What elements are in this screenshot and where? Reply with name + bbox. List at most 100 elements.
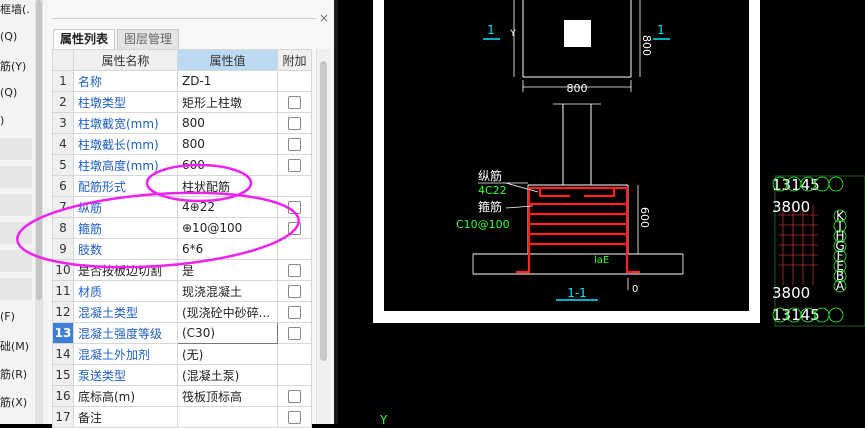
property-name[interactable]: 混凝土强度等级: [73, 322, 178, 344]
property-name[interactable]: 是否按板边切割: [73, 259, 178, 281]
attach-checkbox[interactable]: [288, 327, 301, 340]
property-name[interactable]: 柱墩截长(mm): [73, 133, 178, 155]
property-value[interactable]: 现浇混凝土: [177, 280, 278, 302]
property-name[interactable]: 材质: [73, 280, 178, 302]
row-number[interactable]: 14: [52, 343, 74, 365]
property-row[interactable]: 11 材质 现浇混凝土: [52, 280, 312, 302]
left-menu-block[interactable]: [0, 222, 32, 244]
header-property-name[interactable]: 属性名称: [73, 49, 178, 71]
attach-checkbox[interactable]: [288, 411, 301, 424]
row-number[interactable]: 11: [52, 280, 74, 302]
cad-canvas[interactable]: 800 800 Y 1 1 纵筋 4C22 箍筋 C10@100 600 laE…: [338, 0, 865, 424]
property-value[interactable]: 柱状配筋: [177, 175, 278, 197]
property-name[interactable]: 柱墩高度(mm): [73, 154, 178, 176]
left-scrollbar-thumb[interactable]: [36, 0, 42, 300]
row-number[interactable]: 17: [52, 406, 74, 428]
property-row[interactable]: 15 泵送类型 (混凝土泵): [52, 364, 312, 386]
row-number[interactable]: 8: [52, 217, 74, 239]
close-icon[interactable]: ×: [319, 12, 329, 24]
attach-checkbox[interactable]: [288, 306, 301, 319]
property-value[interactable]: (C30): [177, 322, 278, 344]
row-number[interactable]: 15: [52, 364, 74, 386]
tab-property-list[interactable]: 属性列表: [53, 29, 116, 49]
row-number[interactable]: 6: [52, 175, 74, 197]
attach-checkbox[interactable]: [288, 390, 301, 403]
row-number[interactable]: 2: [52, 91, 74, 113]
row-number[interactable]: 13: [52, 322, 74, 344]
property-row[interactable]: 12 混凝土类型 (现浇砼中砂碎...: [52, 301, 312, 323]
property-row[interactable]: 3 柱墩截宽(mm) 800: [52, 112, 312, 134]
row-number[interactable]: 9: [52, 238, 74, 260]
property-name[interactable]: 柱墩截宽(mm): [73, 112, 178, 134]
property-value[interactable]: ⊕10@100: [177, 217, 278, 239]
property-name[interactable]: 纵筋: [73, 196, 178, 218]
left-menu-block[interactable]: [0, 194, 32, 216]
panel-scrollbar[interactable]: [316, 49, 330, 424]
row-number[interactable]: 16: [52, 385, 74, 407]
property-name[interactable]: 混凝土类型: [73, 301, 178, 323]
property-row[interactable]: 2 柱墩类型 矩形上柱墩: [52, 91, 312, 113]
property-row[interactable]: 7 纵筋 4⊕22: [52, 196, 312, 218]
left-menu-block[interactable]: [0, 250, 32, 272]
property-name[interactable]: 名称: [73, 70, 178, 92]
attach-checkbox[interactable]: [288, 201, 301, 214]
attach-checkbox[interactable]: [288, 159, 301, 172]
row-number[interactable]: 10: [52, 259, 74, 281]
property-name[interactable]: 配筋形式: [73, 175, 178, 197]
property-value[interactable]: (混凝土泵): [177, 364, 278, 386]
row-number[interactable]: 5: [52, 154, 74, 176]
property-row[interactable]: 9 肢数 6*6: [52, 238, 312, 260]
property-value[interactable]: 是: [177, 259, 278, 281]
property-row[interactable]: 13 混凝土强度等级 (C30): [52, 322, 312, 344]
row-number[interactable]: 12: [52, 301, 74, 323]
property-name[interactable]: 混凝土外加剂: [73, 343, 178, 365]
attach-checkbox[interactable]: [288, 222, 301, 235]
property-value[interactable]: (现浇砼中砂碎...: [177, 301, 278, 323]
property-row[interactable]: 6 配筋形式 柱状配筋: [52, 175, 312, 197]
property-value[interactable]: 6*6: [177, 238, 278, 260]
property-value[interactable]: 4⊕22: [177, 196, 278, 218]
header-property-value[interactable]: 属性值: [177, 49, 278, 71]
property-value[interactable]: [177, 406, 278, 428]
property-name[interactable]: 箍筋: [73, 217, 178, 239]
property-value[interactable]: 800: [177, 112, 278, 134]
dim-zero: 0: [632, 284, 638, 295]
left-scrollbar[interactable]: [35, 0, 43, 424]
attach-checkbox[interactable]: [288, 96, 301, 109]
property-value[interactable]: 矩形上柱墩: [177, 91, 278, 113]
attach-checkbox[interactable]: [288, 117, 301, 130]
axis-letters: KJHGFEBA: [833, 209, 847, 293]
property-row[interactable]: 4 柱墩截长(mm) 800: [52, 133, 312, 155]
property-value[interactable]: (无): [177, 343, 278, 365]
row-number[interactable]: 1: [52, 70, 74, 92]
property-name[interactable]: 备注: [73, 406, 178, 428]
row-number[interactable]: 3: [52, 112, 74, 134]
left-menu-block[interactable]: [0, 166, 32, 188]
property-value[interactable]: ZD-1: [177, 70, 278, 92]
left-menu-block[interactable]: [0, 278, 32, 300]
panel-scrollbar-thumb[interactable]: [320, 61, 327, 361]
attach-checkbox[interactable]: [288, 138, 301, 151]
property-row[interactable]: 16 底标高(m) 筏板顶标高: [52, 385, 312, 407]
attach-checkbox[interactable]: [288, 285, 301, 298]
property-row[interactable]: 10 是否按板边切割是: [52, 259, 312, 281]
property-row[interactable]: 5 柱墩高度(mm) 600: [52, 154, 312, 176]
property-name[interactable]: 泵送类型: [73, 364, 178, 386]
property-row[interactable]: 1 名称 ZD-1: [52, 70, 312, 92]
left-menu-block[interactable]: [0, 138, 32, 160]
property-row[interactable]: 14 混凝土外加剂 (无): [52, 343, 312, 365]
tab-layer-manager[interactable]: 图层管理: [117, 29, 180, 49]
property-value[interactable]: 筏板顶标高: [177, 385, 278, 407]
row-number[interactable]: 7: [52, 196, 74, 218]
header-attach[interactable]: 附加: [277, 49, 312, 71]
attach-checkbox[interactable]: [288, 264, 301, 277]
row-number[interactable]: 4: [52, 133, 74, 155]
long-bar-spec: 4C22: [478, 184, 507, 197]
property-name[interactable]: 底标高(m): [73, 385, 178, 407]
property-name[interactable]: 柱墩类型: [73, 91, 178, 113]
property-value[interactable]: 800: [177, 133, 278, 155]
property-row[interactable]: 8 箍筋 ⊕10@100: [52, 217, 312, 239]
property-row[interactable]: 17 备注: [52, 406, 312, 428]
property-name[interactable]: 肢数: [73, 238, 178, 260]
property-value[interactable]: 600: [177, 154, 278, 176]
